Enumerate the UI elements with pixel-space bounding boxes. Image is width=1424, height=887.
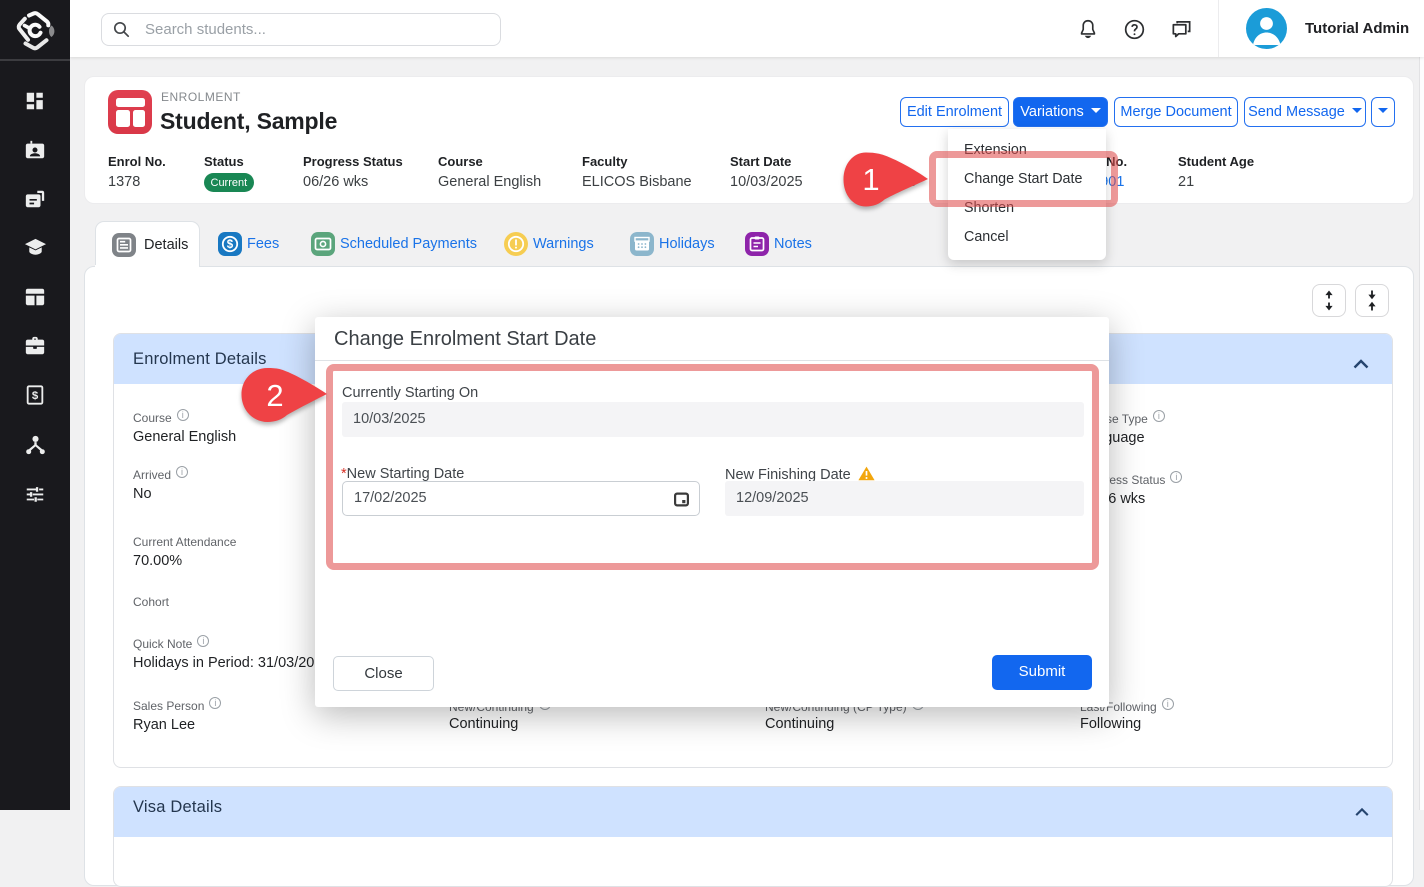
- svg-text:1: 1: [862, 162, 879, 197]
- svg-text:$: $: [32, 390, 39, 402]
- svg-text:2: 2: [266, 378, 283, 413]
- svg-text:$: $: [227, 239, 234, 251]
